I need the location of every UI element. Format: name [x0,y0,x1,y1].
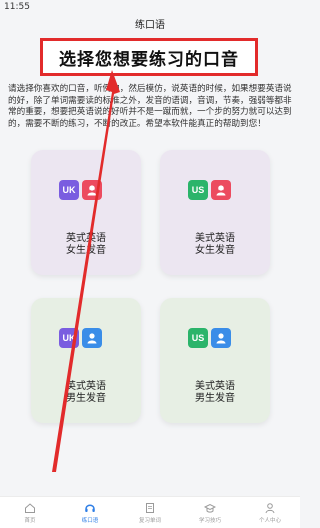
us-female-card[interactable]: US 美式英语 女生发音 [160,150,270,275]
uk-badge: UK [59,328,79,348]
bottom-tab-bar: 首页 练口语 复习单词 学习技巧 个人中心 [0,496,300,528]
card-label-accent: 英式英语 [66,233,106,244]
tab-practice-speaking[interactable]: 练口语 [60,497,120,528]
badge-row: UK [59,180,102,200]
card-label-voice: 男生发音 [195,393,235,404]
uk-female-card[interactable]: UK 英式英语 女生发音 [31,150,141,275]
headset-icon [85,504,95,512]
status-bar: 11:55 [0,0,300,14]
tab-learning-tips[interactable]: 学习技巧 [180,497,240,528]
card-label: 英式英语 男生发音 [31,381,141,405]
card-label: 美式英语 女生发音 [160,233,270,257]
tab-label: 练口语 [81,517,99,524]
card-label: 美式英语 男生发音 [160,381,270,405]
card-label-accent: 英式英语 [66,381,106,392]
card-label-accent: 美式英语 [195,233,235,244]
tab-label: 学习技巧 [198,517,221,524]
graduation-icon [204,503,216,513]
card-label-voice: 女生发音 [66,245,106,256]
card-label-voice: 男生发音 [66,393,106,404]
us-badge: US [188,180,208,200]
tab-label: 复习单词 [138,517,161,524]
female-avatar-icon [82,180,102,200]
notebook-icon [146,502,154,513]
male-avatar-icon [82,328,102,348]
tab-review-words[interactable]: 复习单词 [120,497,180,528]
person-icon [265,502,275,513]
badge-row: UK [59,328,102,348]
uk-male-card[interactable]: UK 英式英语 男生发音 [31,298,141,423]
status-time: 11:55 [4,2,30,12]
page-title: 练口语 [135,20,165,31]
uk-badge: UK [59,180,79,200]
us-badge: US [188,328,208,348]
tab-label: 个人中心 [258,517,281,524]
card-label-voice: 女生发音 [195,245,235,256]
intro-text: 请选择你喜欢的口音，听例句，然后模仿，说英语的时候，如果想要英语说的好，除了单词… [8,84,292,129]
badge-row: US [188,328,231,348]
accent-select-banner: 选择您想要练习的口音 [40,38,258,76]
card-label: 英式英语 女生发音 [31,233,141,257]
female-avatar-icon [211,180,231,200]
male-avatar-icon [211,328,231,348]
tab-label: 首页 [24,517,36,524]
card-label-accent: 美式英语 [195,381,235,392]
us-male-card[interactable]: US 美式英语 男生发音 [160,298,270,423]
tab-home[interactable]: 首页 [0,497,60,528]
home-icon [25,502,35,513]
tab-profile[interactable]: 个人中心 [240,497,300,528]
badge-row: US [188,180,231,200]
